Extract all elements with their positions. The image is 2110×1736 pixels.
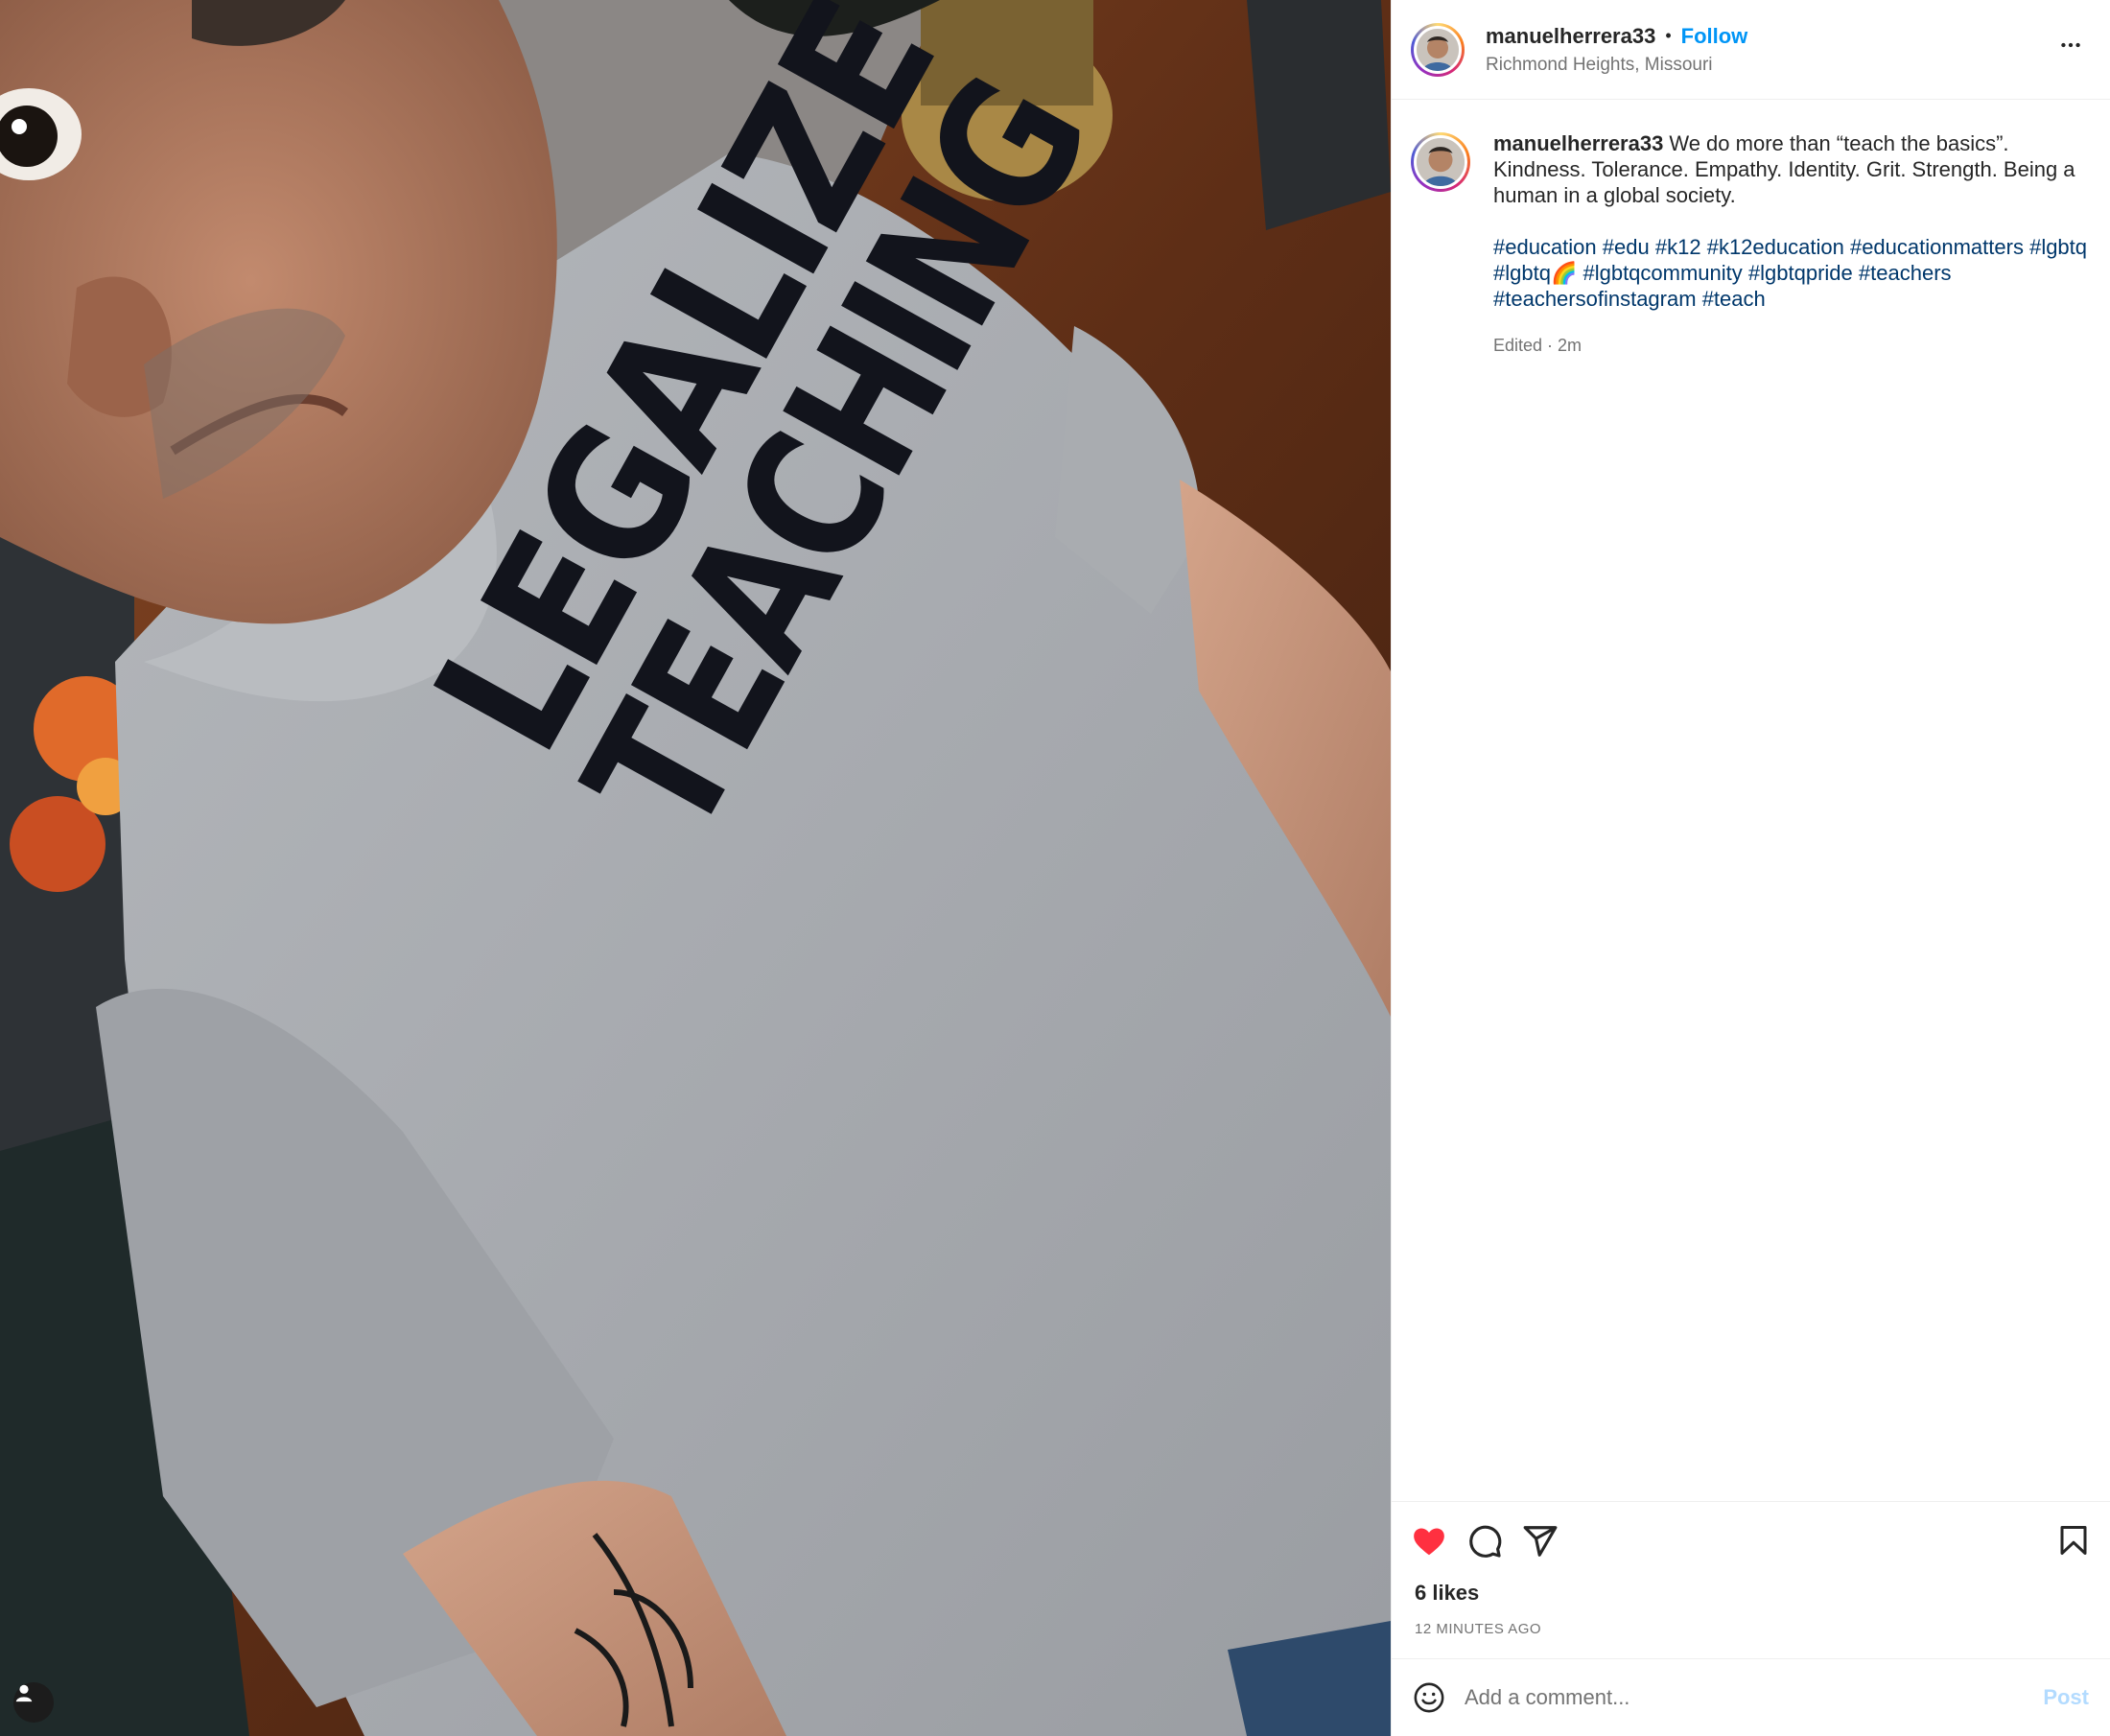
emoji-icon [1414, 1682, 1444, 1713]
caption: manuelherrera33 We do more than “teach th… [1493, 130, 2088, 1501]
post-comment-button[interactable]: Post [2043, 1685, 2089, 1710]
more-options-button[interactable] [2058, 33, 2083, 62]
hashtag-link[interactable]: #teachersofinstagram [1493, 287, 1697, 311]
photo-illustration [0, 0, 1391, 1736]
post-header: manuelherrera33 • Follow Richmond Height… [1392, 0, 2110, 100]
heart-icon [1414, 1528, 1444, 1556]
post-timestamp[interactable]: 12 MINUTES AGO [1392, 1621, 2110, 1637]
post-sidebar: manuelherrera33 • Follow Richmond Height… [1391, 0, 2110, 1736]
hashtag-link[interactable]: #k12education [1707, 235, 1844, 259]
caption-avatar[interactable] [1411, 132, 1470, 192]
hashtag-list: #education #edu #k12 #k12education #educ… [1493, 234, 2088, 312]
tagged-users-button[interactable] [13, 1682, 54, 1723]
hashtag-link[interactable]: #lgbtqpride [1748, 261, 1853, 285]
more-options-icon [2061, 42, 2080, 48]
action-section: 6 likes 12 MINUTES AGO [1392, 1501, 2110, 1658]
hashtag-link[interactable]: #lgbtq🌈 [1493, 261, 1577, 285]
action-bar [1392, 1502, 2110, 1581]
hashtag-link[interactable]: #educationmatters [1850, 235, 2024, 259]
profile-photo-icon [1417, 138, 1465, 186]
share-button[interactable] [1522, 1523, 1559, 1560]
follow-button[interactable]: Follow [1681, 24, 1748, 49]
separator-dot: • [1665, 26, 1672, 45]
edited-timestamp: Edited · 2m [1493, 336, 1582, 355]
comment-button[interactable] [1466, 1523, 1503, 1560]
bookmark-icon [2060, 1526, 2087, 1555]
hashtag-link[interactable]: #education [1493, 235, 1597, 259]
caption-username[interactable]: manuelherrera33 [1493, 131, 1663, 155]
share-icon [1523, 1526, 1558, 1557]
caption-section: manuelherrera33 We do more than “teach th… [1392, 100, 2110, 1501]
comment-bar: Post [1392, 1658, 2110, 1736]
emoji-button[interactable] [1413, 1681, 1445, 1714]
like-button[interactable] [1411, 1523, 1447, 1560]
post-photo[interactable]: LEGALIZE TEACHING [0, 0, 1391, 1736]
hashtag-link[interactable]: #teachers [1859, 261, 1952, 285]
user-icon [15, 1684, 33, 1702]
hashtag-link[interactable]: #edu [1603, 235, 1650, 259]
likes-count[interactable]: 6 likes [1392, 1581, 2110, 1606]
profile-photo-icon [1417, 28, 1459, 71]
post-dialog: LEGALIZE TEACHING manuelherrera33 • Foll… [0, 0, 2110, 1736]
author-username[interactable]: manuelherrera33 [1486, 24, 1655, 49]
hashtag-link[interactable]: #lgbtqcommunity [1582, 261, 1742, 285]
author-avatar[interactable] [1411, 22, 1465, 77]
comment-input[interactable] [1463, 1684, 2044, 1711]
hashtag-link[interactable]: #k12 [1655, 235, 1701, 259]
save-button[interactable] [2056, 1523, 2091, 1562]
hashtag-link[interactable]: #teach [1702, 287, 1766, 311]
hashtag-link[interactable]: #lgbtq [2029, 235, 2087, 259]
comment-icon [1469, 1525, 1502, 1558]
post-location[interactable]: Richmond Heights, Missouri [1486, 55, 1747, 76]
